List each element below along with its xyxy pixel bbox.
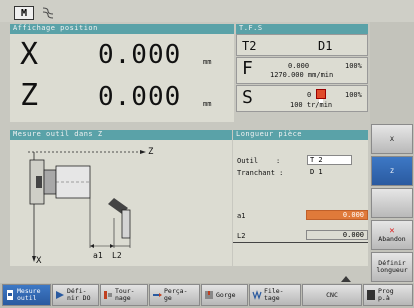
feed-rate: 1270.000 mm/min	[270, 71, 334, 79]
x-axis-label: X	[20, 37, 39, 72]
measure-drawing-panel	[10, 140, 232, 266]
prog-icon	[367, 290, 375, 300]
dimension-a1-label: a1	[93, 251, 103, 260]
m-icon[interactable]: M	[14, 6, 34, 20]
measure-title: Mesure outil dans Z	[10, 130, 232, 140]
softkey-definir-do[interactable]: Défi- nir DO	[52, 284, 99, 306]
outil-field[interactable]: T 2	[307, 155, 352, 165]
diagram-z-label: Z	[148, 147, 154, 157]
softkey-x-label: X	[390, 134, 394, 143]
x-position-value: 0.000	[98, 40, 182, 70]
defi-line2: nir DO	[67, 294, 91, 302]
filetage-icon	[252, 290, 262, 300]
file-line2: tage	[264, 294, 280, 302]
a1-field[interactable]: 0.000	[306, 210, 368, 220]
tour-line2: nage	[115, 294, 131, 302]
perca-line2: ge	[164, 294, 172, 302]
spindle-percent: 100%	[345, 91, 362, 99]
softkey-percage[interactable]: Perça- ge	[149, 284, 200, 306]
z-unit: mm	[203, 100, 212, 108]
spindle-speed: 100 tr/min	[290, 101, 333, 109]
diagram-x-label: X	[36, 256, 42, 266]
gorge-label: Gorge	[216, 290, 236, 299]
gorge-icon	[205, 291, 213, 299]
softkey-prog[interactable]: Prog p.à	[363, 284, 413, 306]
tournage-icon	[104, 291, 112, 299]
feed-letter: F	[242, 58, 253, 79]
definir-do-icon	[56, 291, 64, 299]
x-unit: mm	[203, 58, 212, 66]
m-icon-label: M	[20, 8, 28, 19]
feed-value: 0.000	[288, 62, 310, 70]
softkey-cnc[interactable]: CNC	[302, 284, 362, 306]
tool-t-label: T2	[242, 39, 257, 53]
length-title: Longueur pièce	[233, 130, 368, 140]
spiral-icon[interactable]	[40, 5, 56, 19]
field-separator	[233, 242, 368, 243]
position-title: Affichage position	[10, 24, 234, 34]
softkey-empty-1[interactable]	[371, 188, 413, 218]
l2-label: L2	[237, 232, 246, 240]
top-toolbar	[0, 0, 414, 22]
feed-percent: 100%	[345, 62, 362, 70]
softkey-x[interactable]: X	[371, 124, 413, 154]
outil-label: Outil	[237, 157, 259, 165]
l2-field[interactable]: 0.000	[306, 230, 368, 240]
z-axis-label: Z	[20, 78, 39, 113]
definir-line2: longueur	[376, 266, 408, 274]
softkey-abandon-label: Abandon	[378, 235, 406, 243]
dimension-l2-label: L2	[112, 251, 122, 260]
tool-measure-diagram	[28, 150, 146, 262]
prog-line2: p.à	[378, 294, 390, 302]
mesure-line2: outil	[17, 294, 37, 302]
mesure-outil-icon	[7, 290, 13, 300]
tfs-title: T.F.S	[236, 24, 368, 34]
spindle-letter: S	[242, 87, 253, 108]
softkey-mesure-outil[interactable]: Mesure outil	[2, 284, 51, 306]
softkey-filetage[interactable]: File- tage	[249, 284, 301, 306]
softkey-definir-longueur[interactable]: Définir longueur	[371, 252, 413, 282]
softkey-tournage[interactable]: Tour- nage	[100, 284, 148, 306]
spindle-state-icon	[316, 89, 326, 103]
z-position-value: 0.000	[98, 82, 182, 112]
tranchant-label: Tranchant :	[237, 169, 284, 177]
page-up-icon[interactable]	[339, 269, 353, 282]
cnc-label: CNC	[326, 290, 338, 299]
softkey-z-label: Z	[390, 166, 394, 175]
softkey-abandon[interactable]: ✕ Abandon	[371, 220, 413, 250]
tranchant-field[interactable]: D 1	[307, 167, 352, 177]
tool-d-label: D1	[318, 39, 333, 53]
spindle-value: 0	[307, 91, 312, 99]
softkey-gorge[interactable]: Gorge	[201, 284, 248, 306]
a1-label: a1	[237, 212, 246, 220]
softkey-z[interactable]: Z	[371, 156, 413, 186]
outil-colon: :	[276, 157, 281, 165]
percage-icon	[153, 293, 162, 297]
